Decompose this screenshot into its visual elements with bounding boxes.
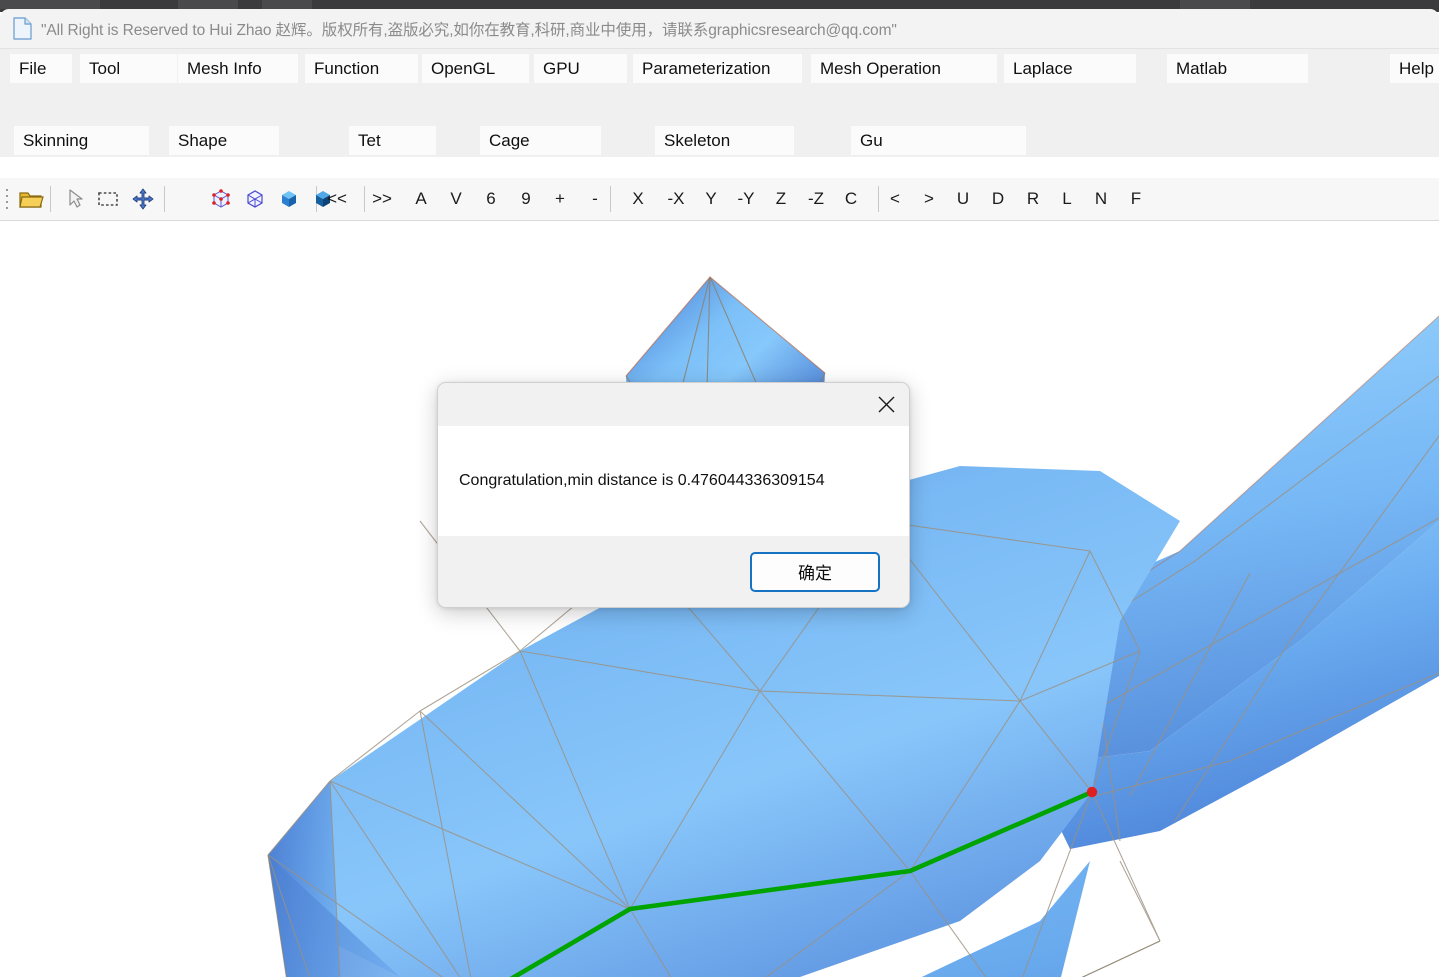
dialog-title-bar (438, 383, 909, 426)
window-title: "All Right is Reserved to Hui Zhao 赵辉。版权… (41, 21, 897, 39)
menu-item-shape[interactable]: Shape (169, 126, 279, 155)
menu-item-gu[interactable]: Gu (851, 126, 1026, 155)
toolbar-button-y[interactable]: Y (703, 187, 719, 211)
toolbar-button-d[interactable]: D (989, 187, 1007, 211)
toolbar-button-a[interactable]: A (412, 187, 430, 211)
toolbar-button-minusy[interactable]: -Y (731, 187, 761, 211)
menu-item-parameterization[interactable]: Parameterization (633, 54, 802, 83)
cursor-arrow-icon[interactable] (62, 186, 88, 212)
toolbar-separator (610, 186, 611, 212)
menu-bar-secondary: Skinning Shape Tet Cage Skeleton Gu (0, 121, 1439, 157)
toolbar-button-gt[interactable]: > (920, 187, 938, 211)
menu-item-tet[interactable]: Tet (349, 126, 436, 155)
document-icon (13, 17, 32, 40)
toolbar-button-c[interactable]: C (842, 187, 860, 211)
message-dialog: Congratulation,min distance is 0.4760443… (437, 382, 910, 608)
dialog-message: Congratulation,min distance is 0.4760443… (459, 472, 825, 489)
toolbar-button-f[interactable]: F (1128, 187, 1144, 211)
menu-item-mesh-info[interactable]: Mesh Info (178, 54, 298, 83)
menu-item-mesh-operation[interactable]: Mesh Operation (811, 54, 997, 83)
close-icon[interactable] (863, 383, 909, 426)
tool-bar: << >> A V 6 9 + - X -X Y -Y Z -Z C < > U D R L N F (0, 178, 1439, 221)
title-bar: "All Right is Reserved to Hui Zhao 赵辉。版权… (0, 9, 1439, 49)
toolbar-grip[interactable] (6, 189, 9, 209)
menu-item-tool[interactable]: Tool (80, 54, 177, 83)
toolbar-button-minusz[interactable]: -Z (801, 187, 831, 211)
menu-item-skeleton[interactable]: Skeleton (655, 126, 794, 155)
menu-item-skinning[interactable]: Skinning (14, 126, 149, 155)
menu-item-gpu[interactable]: GPU (534, 54, 627, 83)
mesh-points-icon[interactable] (208, 186, 234, 212)
toolbar-button-gtgt[interactable]: >> (367, 187, 397, 211)
toolbar-button-minusx[interactable]: -X (661, 187, 691, 211)
menu-item-laplace[interactable]: Laplace (1004, 54, 1136, 83)
toolbar-button-plus[interactable]: + (552, 187, 568, 211)
ok-button[interactable]: 确定 (750, 551, 880, 592)
menu-item-function[interactable]: Function (305, 54, 418, 83)
menu-item-file[interactable]: File (10, 54, 72, 83)
toolbar-separator (164, 186, 165, 212)
toolbar-separator (364, 186, 365, 212)
toolbar-button-v[interactable]: V (447, 187, 465, 211)
toolbar-button-r[interactable]: R (1025, 187, 1041, 211)
toolbar-button-lt[interactable]: < (886, 187, 904, 211)
toolbar-separator (50, 186, 51, 212)
menu-item-help[interactable]: Help (1390, 54, 1439, 83)
open-folder-icon[interactable] (18, 186, 44, 212)
toolbar-button-minus[interactable]: - (588, 187, 602, 211)
toolbar-button-ltlt[interactable]: << (322, 187, 352, 211)
menu-bar-primary: File Tool Mesh Info Function OpenGL GPU Parame… (0, 49, 1439, 85)
mesh-flat-icon[interactable] (276, 186, 302, 212)
application-window: "All Right is Reserved to Hui Zhao 赵辉。版权… (0, 0, 1439, 977)
mesh-wireframe-icon[interactable] (242, 186, 268, 212)
rubber-band-select-icon[interactable] (95, 186, 121, 212)
toolbar-button-u[interactable]: U (954, 187, 972, 211)
toolbar-button-9[interactable]: 9 (518, 187, 534, 211)
path-end-point (1086, 786, 1098, 798)
toolbar-button-x[interactable]: X (630, 187, 646, 211)
menu-item-matlab[interactable]: Matlab (1167, 54, 1308, 83)
toolbar-button-z[interactable]: Z (773, 187, 789, 211)
toolbar-button-6[interactable]: 6 (483, 187, 499, 211)
move-icon[interactable] (130, 186, 156, 212)
dialog-content: Congratulation,min distance is 0.4760443… (438, 426, 909, 536)
toolbar-button-l[interactable]: L (1059, 187, 1075, 211)
menu-item-cage[interactable]: Cage (480, 126, 601, 155)
menu-bar-spacer (0, 85, 1439, 121)
dialog-button-bar: 确定 (438, 536, 909, 607)
toolbar-separator (878, 186, 879, 212)
toolbar-button-n[interactable]: N (1092, 187, 1110, 211)
menu-item-opengl[interactable]: OpenGL (422, 54, 529, 83)
